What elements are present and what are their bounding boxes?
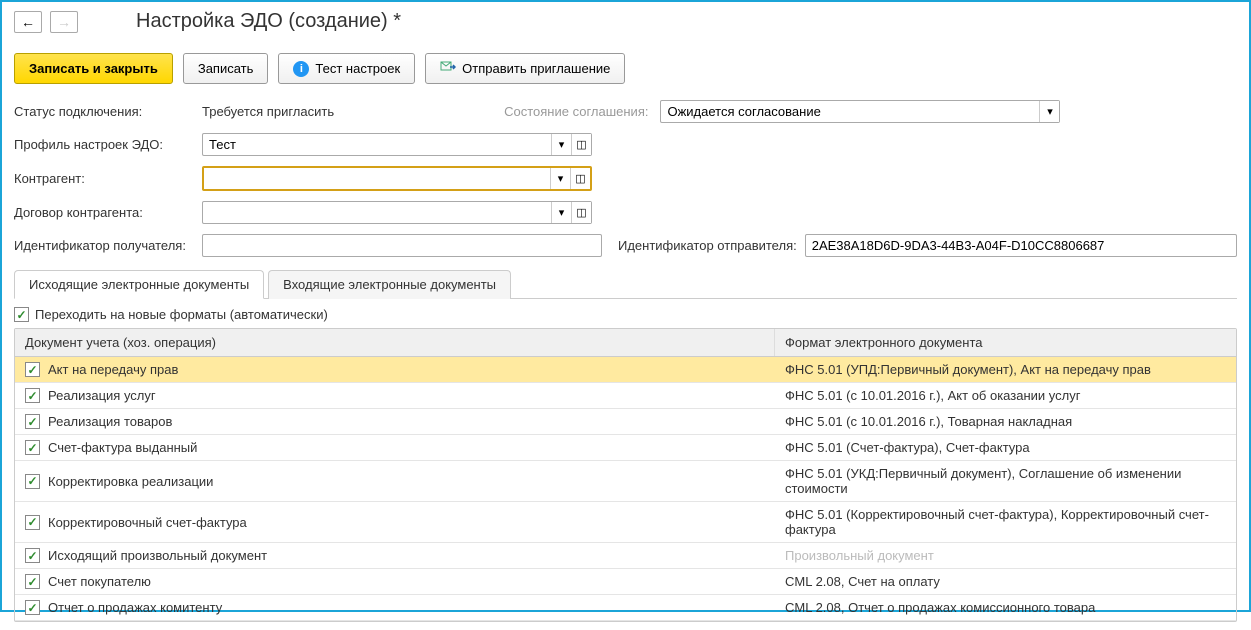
partner-open-button[interactable]: ◫ [570,168,590,189]
partner-dropdown-button[interactable]: ▾ [550,168,570,189]
table-row[interactable]: Корректировочный счет-фактура ФНС 5.01 (К… [15,502,1236,543]
sender-id-input[interactable] [805,234,1237,257]
test-settings-label: Тест настроек [315,61,400,76]
contract-label: Договор контрагента: [14,205,194,220]
tab-incoming[interactable]: Входящие электронные документы [268,270,511,299]
table-col-document: Документ учета (хоз. операция) [15,329,775,356]
save-button[interactable]: Записать [183,53,269,84]
contract-open-button[interactable]: ◫ [571,202,591,223]
row-label: Корректировка реализации [48,474,213,489]
row-format: ФНС 5.01 (УПД:Первичный документ), Акт н… [775,357,1236,382]
row-format: CML 2.08, Счет на оплату [775,569,1236,594]
status-label: Статус подключения: [14,104,194,119]
row-checkbox[interactable] [25,600,40,615]
save-close-button[interactable]: Записать и закрыть [14,53,173,84]
profile-input[interactable] [203,134,551,155]
partner-input[interactable] [204,168,550,189]
documents-table: Документ учета (хоз. операция) Формат эл… [14,328,1237,622]
row-checkbox[interactable] [25,574,40,589]
contract-input[interactable] [203,202,551,223]
table-row[interactable]: Отчет о продажах комитенту CML 2.08, Отче… [15,595,1236,621]
row-format: CML 2.08, Отчет о продажах комиссионного… [775,595,1236,620]
table-row[interactable]: Исходящий произвольный документ Произволь… [15,543,1236,569]
send-invite-label: Отправить приглашение [462,61,610,76]
row-label: Исходящий произвольный документ [48,548,267,563]
row-format: ФНС 5.01 (Корректировочный счет-фактура)… [775,502,1236,542]
row-checkbox[interactable] [25,362,40,377]
nav-forward-button[interactable]: → [50,11,78,33]
row-label: Реализация товаров [48,414,172,429]
send-invite-button[interactable]: Отправить приглашение [425,53,625,84]
profile-dropdown-button[interactable]: ▾ [551,134,571,155]
profile-label: Профиль настроек ЭДО: [14,137,194,152]
agreement-input[interactable] [661,101,1039,122]
contract-dropdown-button[interactable]: ▾ [551,202,571,223]
page-title: Настройка ЭДО (создание) * [136,10,401,33]
row-format: ФНС 5.01 (УКД:Первичный документ), Согла… [775,461,1236,501]
test-settings-button[interactable]: i Тест настроек [278,53,415,84]
row-checkbox[interactable] [25,474,40,489]
row-label: Счет-фактура выданный [48,440,197,455]
auto-format-checkbox[interactable] [14,307,29,322]
send-icon [440,59,456,78]
row-label: Реализация услуг [48,388,156,403]
row-label: Акт на передачу прав [48,362,178,377]
row-label: Корректировочный счет-фактура [48,515,247,530]
row-checkbox[interactable] [25,414,40,429]
row-checkbox[interactable] [25,548,40,563]
row-checkbox[interactable] [25,388,40,403]
info-icon: i [293,61,309,77]
row-format: ФНС 5.01 (Счет-фактура), Счет-фактура [775,435,1236,460]
row-label: Отчет о продажах комитенту [48,600,222,615]
auto-format-label: Переходить на новые форматы (автоматичес… [35,307,328,322]
table-row[interactable]: Счет-фактура выданный ФНС 5.01 (Счет-факт… [15,435,1236,461]
row-format: ФНС 5.01 (с 10.01.2016 г.), Акт об оказа… [775,383,1236,408]
row-checkbox[interactable] [25,440,40,455]
agreement-label: Состояние соглашения: [504,104,648,119]
tab-outgoing[interactable]: Исходящие электронные документы [14,270,264,299]
row-format: Произвольный документ [775,543,1236,568]
sender-id-label: Идентификатор отправителя: [618,238,797,253]
row-checkbox[interactable] [25,515,40,530]
row-format: ФНС 5.01 (с 10.01.2016 г.), Товарная нак… [775,409,1236,434]
table-col-format: Формат электронного документа [775,329,1236,356]
profile-open-button[interactable]: ◫ [571,134,591,155]
table-row[interactable]: Корректировка реализации ФНС 5.01 (УКД:Пе… [15,461,1236,502]
agreement-dropdown-button[interactable]: ▾ [1039,101,1059,122]
nav-back-button[interactable]: ← [14,11,42,33]
row-label: Счет покупателю [48,574,151,589]
table-row[interactable]: Счет покупателю CML 2.08, Счет на оплату [15,569,1236,595]
partner-label: Контрагент: [14,171,194,186]
recipient-id-label: Идентификатор получателя: [14,238,194,253]
status-value: Требуется пригласить [202,104,334,119]
recipient-id-input[interactable] [202,234,602,257]
table-row[interactable]: Реализация товаров ФНС 5.01 (с 10.01.2016… [15,409,1236,435]
table-row[interactable]: Реализация услуг ФНС 5.01 (с 10.01.2016 г… [15,383,1236,409]
table-row[interactable]: Акт на передачу прав ФНС 5.01 (УПД:Первич… [15,357,1236,383]
